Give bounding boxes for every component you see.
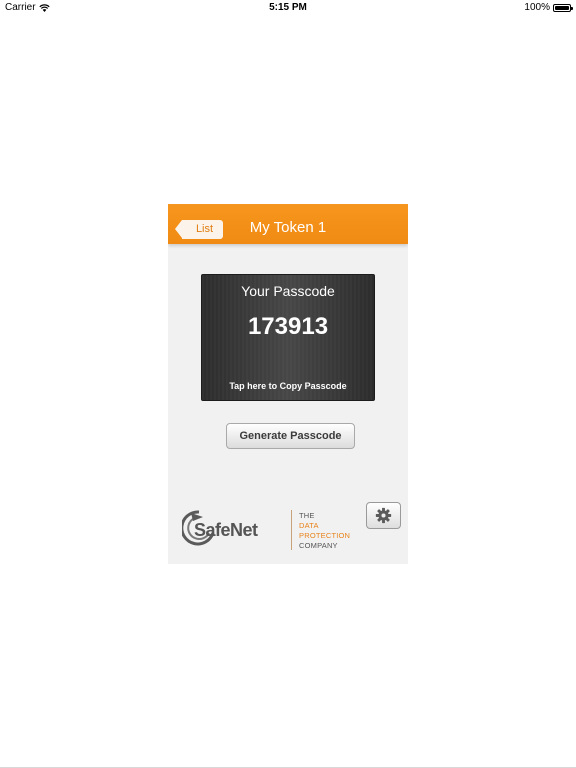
- tagline-line-2: DATA: [299, 521, 319, 530]
- generate-passcode-button[interactable]: Generate Passcode: [226, 423, 355, 449]
- navigation-bar: List My Token 1: [168, 204, 408, 244]
- passcode-card[interactable]: Your Passcode 173913 Tap here to Copy Pa…: [201, 274, 375, 401]
- passcode-heading: Your Passcode: [241, 283, 335, 299]
- status-bar: Carrier 5:15 PM 100%: [0, 0, 576, 16]
- tagline-line-4: COMPANY: [299, 541, 338, 550]
- logo-wordmark: SafeNet: [194, 520, 258, 540]
- battery-fill: [555, 5, 569, 10]
- token-app-window: List My Token 1 Your Passcode 173913 Tap…: [168, 204, 408, 564]
- passcode-value: 173913: [247, 313, 329, 340]
- nav-title: My Token 1: [249, 219, 327, 236]
- gear-icon: [375, 507, 392, 524]
- battery-status: 100%: [524, 2, 573, 13]
- tagline: THE DATA PROTECTION COMPANY: [299, 511, 350, 551]
- copy-passcode-hint: Tap here to Copy Passcode: [229, 381, 347, 391]
- battery-percent: 100%: [524, 2, 550, 13]
- settings-button[interactable]: [366, 502, 401, 529]
- tagline-line-1: THE: [299, 511, 315, 520]
- safenet-logo: SafeNet: [182, 509, 282, 549]
- clock: 5:15 PM: [269, 2, 307, 13]
- battery-icon: [553, 3, 573, 12]
- logo-divider: [291, 510, 292, 550]
- tagline-line-3: PROTECTION: [299, 531, 351, 540]
